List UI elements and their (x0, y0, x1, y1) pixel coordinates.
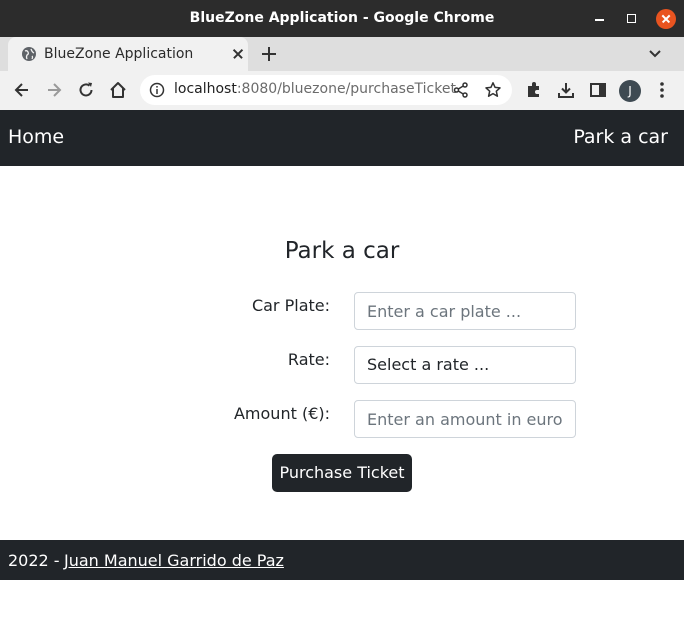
car-plate-label: Car Plate: (251, 296, 330, 315)
browser-toolbar: localhost:8080/bluezone/purchaseTicket J (0, 71, 684, 110)
maximize-icon[interactable] (622, 9, 642, 29)
footer-author-link[interactable]: Juan Manuel Garrido de Paz (64, 551, 284, 570)
menu-kebab-icon[interactable] (652, 80, 672, 100)
nav-park-link[interactable]: Park a car (573, 126, 668, 148)
reload-icon[interactable] (76, 80, 96, 100)
footer-year: 2022 - (8, 551, 60, 570)
profile-avatar[interactable]: J (619, 80, 641, 102)
forward-icon[interactable] (44, 80, 64, 100)
tab-title: BlueZone Application (44, 46, 194, 62)
amount-label: Amount (€): (233, 404, 330, 423)
download-icon[interactable] (556, 80, 576, 100)
address-bar[interactable]: localhost:8080/bluezone/purchaseTicket (140, 75, 512, 105)
url-text[interactable]: localhost:8080/bluezone/purchaseTicket (174, 81, 456, 97)
car-plate-input[interactable] (354, 292, 576, 330)
window-title: BlueZone Application - Google Chrome (189, 10, 495, 26)
globe-icon (22, 47, 36, 61)
minimize-icon[interactable] (590, 9, 610, 29)
tab-strip: BlueZone Application (0, 37, 684, 71)
url-path: :8080/bluezone/purchaseTicket (236, 81, 456, 97)
info-icon[interactable] (149, 82, 165, 98)
rate-select[interactable]: Select a rate ... (354, 346, 576, 384)
back-icon[interactable] (12, 80, 32, 100)
nav-home-link[interactable]: Home (8, 126, 64, 148)
close-tab-icon[interactable] (232, 47, 244, 59)
purchase-ticket-button[interactable]: Purchase Ticket (272, 454, 412, 492)
bookmark-star-icon[interactable] (484, 81, 502, 99)
chevron-down-icon[interactable] (646, 45, 664, 63)
side-panel-icon[interactable] (588, 80, 608, 100)
amount-input[interactable] (354, 400, 576, 438)
site-navbar: Home Park a car (0, 110, 684, 166)
url-host: localhost (174, 81, 237, 97)
extensions-icon[interactable] (524, 80, 544, 100)
new-tab-icon[interactable] (260, 45, 278, 63)
rate-label: Rate: (287, 350, 330, 369)
share-icon[interactable] (452, 81, 470, 99)
home-icon[interactable] (108, 80, 128, 100)
page-title: Park a car (284, 238, 400, 264)
window-titlebar: BlueZone Application - Google Chrome (0, 0, 684, 37)
site-footer: 2022 - Juan Manuel Garrido de Paz (0, 540, 684, 580)
browser-tab[interactable]: BlueZone Application (8, 37, 248, 71)
close-window-icon[interactable] (656, 9, 676, 29)
